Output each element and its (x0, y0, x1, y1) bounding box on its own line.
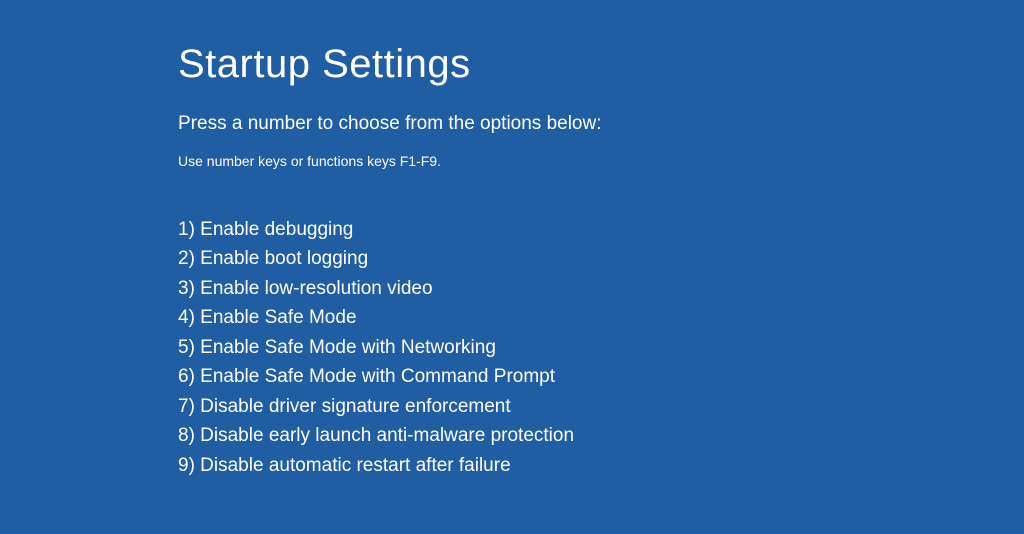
option-enable-debugging[interactable]: 1) Enable debugging (178, 215, 1024, 244)
startup-options-list: 1) Enable debugging 2) Enable boot loggi… (178, 215, 1024, 480)
subinstruction-text: Use number keys or functions keys F1-F9. (178, 153, 1024, 169)
page-title: Startup Settings (178, 42, 1024, 87)
startup-settings-screen: Startup Settings Press a number to choos… (0, 0, 1024, 480)
option-enable-safe-mode-command-prompt[interactable]: 6) Enable Safe Mode with Command Prompt (178, 362, 1024, 391)
option-enable-safe-mode-networking[interactable]: 5) Enable Safe Mode with Networking (178, 333, 1024, 362)
option-enable-low-resolution-video[interactable]: 3) Enable low-resolution video (178, 274, 1024, 303)
option-disable-early-launch-anti-malware[interactable]: 8) Disable early launch anti-malware pro… (178, 421, 1024, 450)
option-enable-safe-mode[interactable]: 4) Enable Safe Mode (178, 303, 1024, 332)
instruction-text: Press a number to choose from the option… (178, 113, 1024, 135)
option-enable-boot-logging[interactable]: 2) Enable boot logging (178, 244, 1024, 273)
option-disable-driver-signature-enforcement[interactable]: 7) Disable driver signature enforcement (178, 392, 1024, 421)
option-disable-automatic-restart[interactable]: 9) Disable automatic restart after failu… (178, 451, 1024, 480)
